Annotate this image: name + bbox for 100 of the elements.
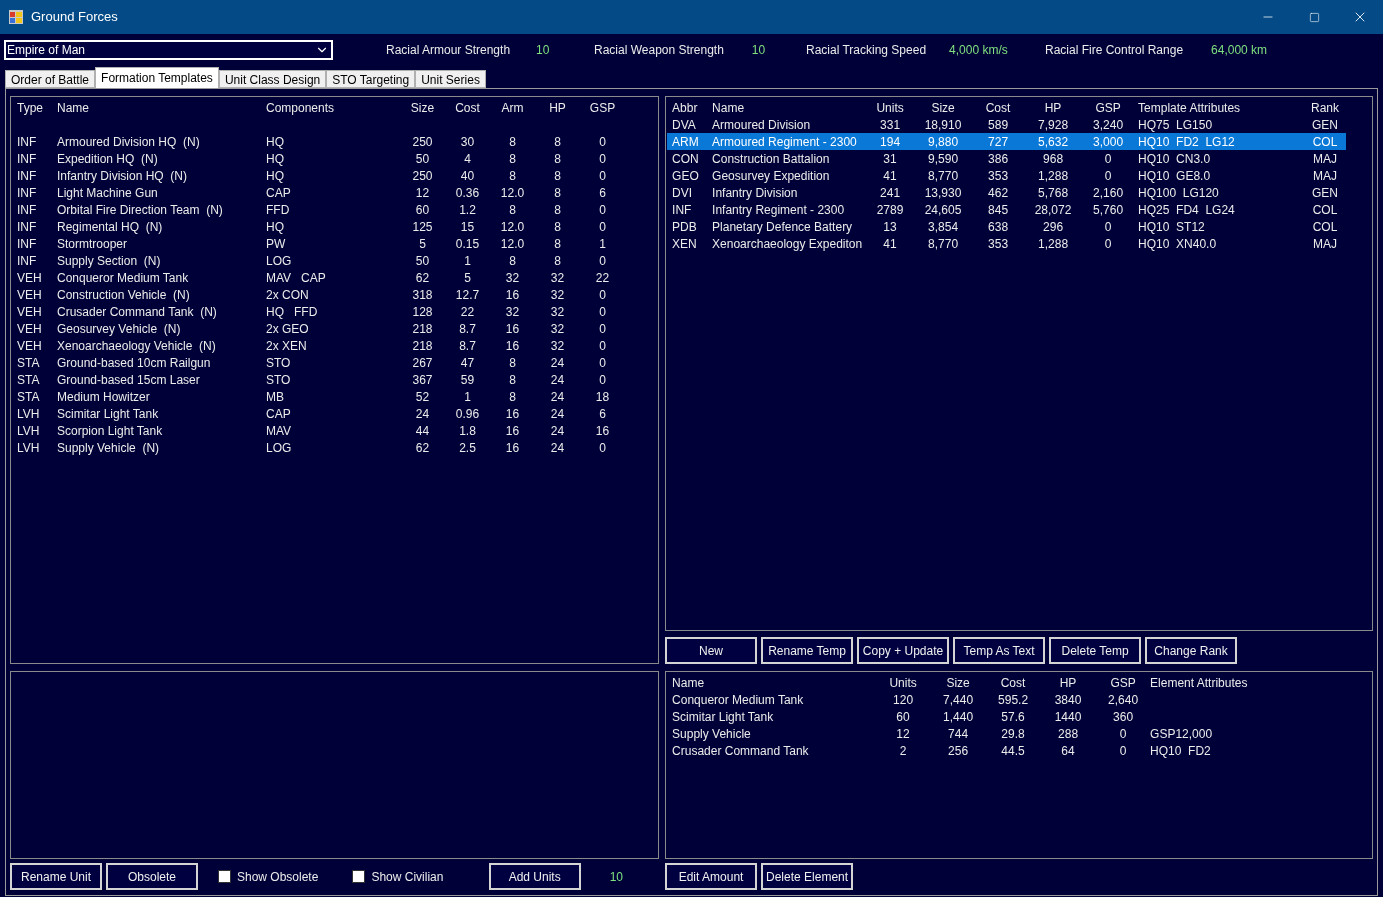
tab[interactable]: Formation Templates bbox=[95, 67, 219, 88]
tab[interactable]: Unit Class Design bbox=[218, 70, 327, 88]
table-cell: 1,288 bbox=[1038, 168, 1069, 183]
table-cell: Stormtrooper bbox=[57, 236, 128, 251]
table-cell: 0.15 bbox=[455, 236, 480, 251]
template-button[interactable]: Change Rank bbox=[1145, 637, 1238, 664]
table-cell: 12 bbox=[896, 726, 910, 741]
column-header: Abbr bbox=[672, 100, 698, 115]
table-cell: Crusader Command Tank (N) bbox=[57, 304, 217, 319]
table-cell: COL bbox=[1312, 219, 1338, 234]
table-cell: 3,854 bbox=[928, 219, 959, 234]
table-cell: 0 bbox=[599, 253, 606, 268]
table-cell: Ground-based 15cm Laser bbox=[57, 372, 200, 387]
template-row[interactable]: ARM Armoured Regiment - 2300 194 9,880 727 5,632 3,000 HQ10 FD2 LG12 COL bbox=[667, 133, 1347, 150]
table-cell: 1 bbox=[464, 389, 471, 404]
table-cell: VEH bbox=[17, 270, 42, 285]
column-header: Cost bbox=[455, 100, 480, 115]
template-row[interactable]: PDB Planetary Defence Battery 13 3,854 638 296 0 HQ10 ST12 COL bbox=[667, 218, 1347, 235]
element-button[interactable]: Delete Element bbox=[761, 863, 854, 890]
template-row[interactable]: INF Infantry Regiment - 2300 2789 24,605 845 28,072 5,760 HQ25 FD4 LG24 COL bbox=[667, 201, 1347, 218]
table-cell: INF bbox=[17, 236, 37, 251]
table-cell: VEH bbox=[17, 321, 42, 336]
table-cell: 1,288 bbox=[1038, 236, 1069, 251]
table-cell: 241 bbox=[880, 185, 901, 200]
table-cell: 727 bbox=[988, 134, 1009, 149]
add-units-button[interactable]: Add Units bbox=[488, 863, 581, 890]
table-cell: HQ10 FD2 bbox=[1150, 743, 1211, 758]
table-cell: 24 bbox=[550, 372, 565, 387]
template-button[interactable]: New bbox=[665, 637, 758, 664]
table-cell: 24 bbox=[550, 389, 565, 404]
checkbox-label: Show Obsolete bbox=[237, 868, 319, 886]
table-cell: Construction Vehicle (N) bbox=[57, 287, 190, 302]
template-button[interactable]: Copy + Update bbox=[857, 637, 950, 664]
table-cell: 1,440 bbox=[943, 709, 974, 724]
table-cell: STO bbox=[266, 355, 291, 370]
template-button[interactable]: Rename Temp bbox=[761, 637, 854, 664]
table-cell: 968 bbox=[1043, 151, 1064, 166]
column-header: Components bbox=[266, 100, 335, 115]
obsolete-button[interactable]: Obsolete bbox=[106, 863, 198, 890]
table-cell: HQ10 ST12 bbox=[1138, 219, 1205, 234]
table-cell: DVA bbox=[672, 117, 696, 132]
template-row[interactable]: DVI Infantry Division 241 13,930 462 5,768 2,160 HQ100 LG120 GEN bbox=[667, 184, 1347, 201]
stat-label: Racial Weapon Strength bbox=[594, 42, 724, 59]
table-cell: Armoured Regiment - 2300 bbox=[712, 134, 857, 149]
table-cell: 8 bbox=[509, 372, 516, 387]
checkbox[interactable] bbox=[218, 870, 231, 883]
table-cell: 8 bbox=[554, 219, 561, 234]
race-dropdown[interactable]: Empire of Man bbox=[4, 40, 333, 60]
table-cell: 595.2 bbox=[998, 692, 1029, 707]
table-cell: Xenoarchaeology Vehicle (N) bbox=[57, 338, 216, 353]
table-cell: 125 bbox=[412, 219, 433, 234]
template-row[interactable]: CON Construction Battalion 31 9,590 386 968 0 HQ10 CN3.0 MAJ bbox=[667, 150, 1347, 167]
tab[interactable]: STO Targeting bbox=[326, 70, 416, 88]
table-cell: 845 bbox=[988, 202, 1009, 217]
template-row[interactable]: XEN Xenoarchaeology Expediton 41 8,770 353 1,288 0 HQ10 XN40.0 MAJ bbox=[667, 235, 1347, 252]
column-header: Cost bbox=[985, 100, 1011, 115]
tab[interactable]: Unit Series bbox=[415, 70, 486, 88]
table-cell: 32 bbox=[550, 338, 565, 353]
table-cell: CAP bbox=[266, 406, 291, 421]
template-row[interactable]: GEO Geosurvey Expedition 41 8,770 353 1,288 0 HQ10 GE8.0 MAJ bbox=[667, 167, 1347, 184]
table-cell: LOG bbox=[266, 440, 292, 455]
table-cell: Supply Section (N) bbox=[57, 253, 161, 268]
table-cell: 3,240 bbox=[1093, 117, 1124, 132]
table-cell: HQ10 XN40.0 bbox=[1138, 236, 1217, 251]
table-cell: LVH bbox=[17, 423, 40, 438]
column-header: Name bbox=[672, 675, 705, 690]
table-cell: 24 bbox=[550, 440, 565, 455]
rename-unit-button[interactable]: Rename Unit bbox=[10, 863, 102, 890]
element-button[interactable]: Edit Amount bbox=[665, 863, 758, 890]
column-header: Size bbox=[931, 100, 955, 115]
table-cell: 0 bbox=[599, 304, 606, 319]
table-cell: 16 bbox=[595, 423, 610, 438]
table-cell: 0 bbox=[1119, 743, 1127, 758]
table-cell: MAJ bbox=[1313, 168, 1338, 183]
table-cell: Scimitar Light Tank bbox=[672, 709, 774, 724]
table-cell: 589 bbox=[988, 117, 1009, 132]
table-cell: 353 bbox=[988, 168, 1009, 183]
template-button[interactable]: Temp As Text bbox=[953, 637, 1046, 664]
table-cell: 16 bbox=[505, 321, 520, 336]
template-button[interactable]: Delete Temp bbox=[1049, 637, 1142, 664]
checkbox[interactable] bbox=[352, 870, 366, 883]
column-header: Element Attributes bbox=[1150, 675, 1248, 690]
table-cell: 638 bbox=[988, 219, 1009, 234]
table-cell: INF bbox=[672, 202, 692, 217]
column-header: Type bbox=[17, 100, 43, 115]
table-cell: 32 bbox=[550, 287, 565, 302]
column-header: Arm bbox=[501, 100, 524, 115]
stat-value: 10 bbox=[751, 42, 766, 59]
table-cell: 1 bbox=[464, 253, 471, 268]
table-cell: 8 bbox=[509, 134, 516, 149]
table-cell: HQ10 FD2 LG12 bbox=[1138, 134, 1235, 149]
tab[interactable]: Order of Battle bbox=[5, 70, 96, 88]
table-cell: 41 bbox=[883, 236, 897, 251]
table-cell: 47 bbox=[460, 355, 475, 370]
table-cell: 8 bbox=[509, 168, 516, 183]
column-header: Rank bbox=[1311, 100, 1340, 115]
column-header: Size bbox=[946, 675, 970, 690]
table-cell: 0 bbox=[599, 134, 606, 149]
template-row[interactable]: DVA Armoured Division 331 18,910 589 7,928 3,240 HQ75 LG150 GEN bbox=[667, 116, 1347, 133]
table-cell: 0 bbox=[599, 338, 606, 353]
